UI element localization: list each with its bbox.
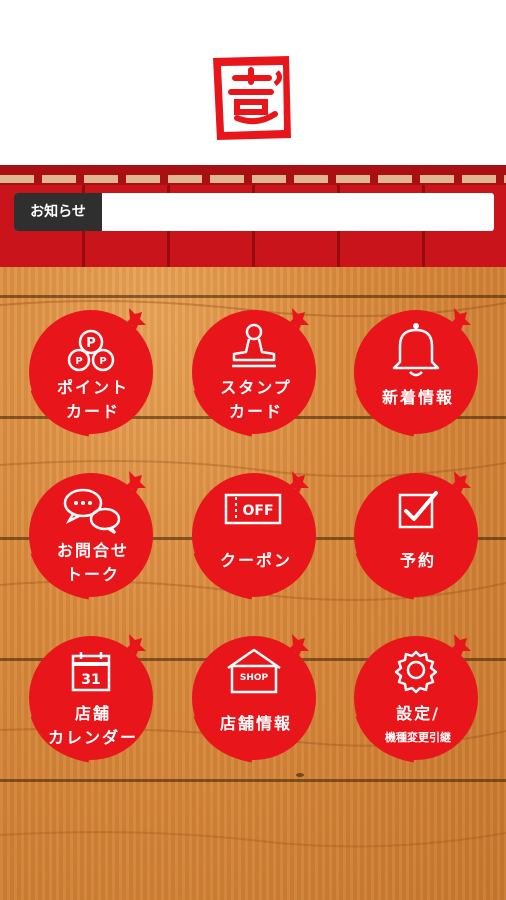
svg-text:SHOP: SHOP xyxy=(240,673,269,683)
menu-contact-talk[interactable]: お問合せ トーク xyxy=(25,465,161,601)
menu-reservation[interactable]: 予約 xyxy=(350,465,486,601)
menu-label: クーポン xyxy=(219,551,292,570)
menu-store-info[interactable]: SHOP 店舗情報 xyxy=(188,628,324,764)
menu-label: 店舗 カレンダー xyxy=(47,704,138,747)
svg-text:P: P xyxy=(99,356,106,367)
logo xyxy=(213,56,291,140)
checkbox-icon xyxy=(398,491,438,529)
menu-news-info[interactable]: 新着情報 xyxy=(350,302,486,438)
svg-text:P: P xyxy=(86,336,96,351)
news-ticker-text xyxy=(110,193,488,231)
svg-text:OFF: OFF xyxy=(242,503,273,519)
app-header xyxy=(0,0,506,165)
menu-label: お問合せ トーク xyxy=(56,541,129,584)
menu-point-card[interactable]: P P P ポイント カード xyxy=(25,302,161,438)
menu-label: 新着情報 xyxy=(381,388,454,407)
menu-label: スタンプ カード xyxy=(220,378,292,421)
menu-label: 予約 xyxy=(399,551,436,570)
news-bar[interactable]: お知らせ xyxy=(14,193,494,231)
menu-label: 設定/機種変更引継 xyxy=(385,704,451,744)
svg-text:P: P xyxy=(75,356,82,367)
menu-settings[interactable]: 設定/機種変更引継 xyxy=(350,628,486,764)
menu-label: ポイント カード xyxy=(56,378,129,421)
svg-text:31: 31 xyxy=(81,672,100,688)
shop-icon: SHOP xyxy=(227,648,281,694)
coupon-off-icon: OFF xyxy=(224,493,282,525)
menu-label: 店舗情報 xyxy=(219,714,292,733)
menu-stamp-card[interactable]: スタンプ カード xyxy=(188,302,324,438)
menu-coupon[interactable]: OFF クーポン xyxy=(188,465,324,601)
news-label: お知らせ xyxy=(14,193,102,231)
bell-icon xyxy=(392,323,440,377)
menu-store-calendar[interactable]: 31 店舗 カレンダー xyxy=(25,628,161,764)
